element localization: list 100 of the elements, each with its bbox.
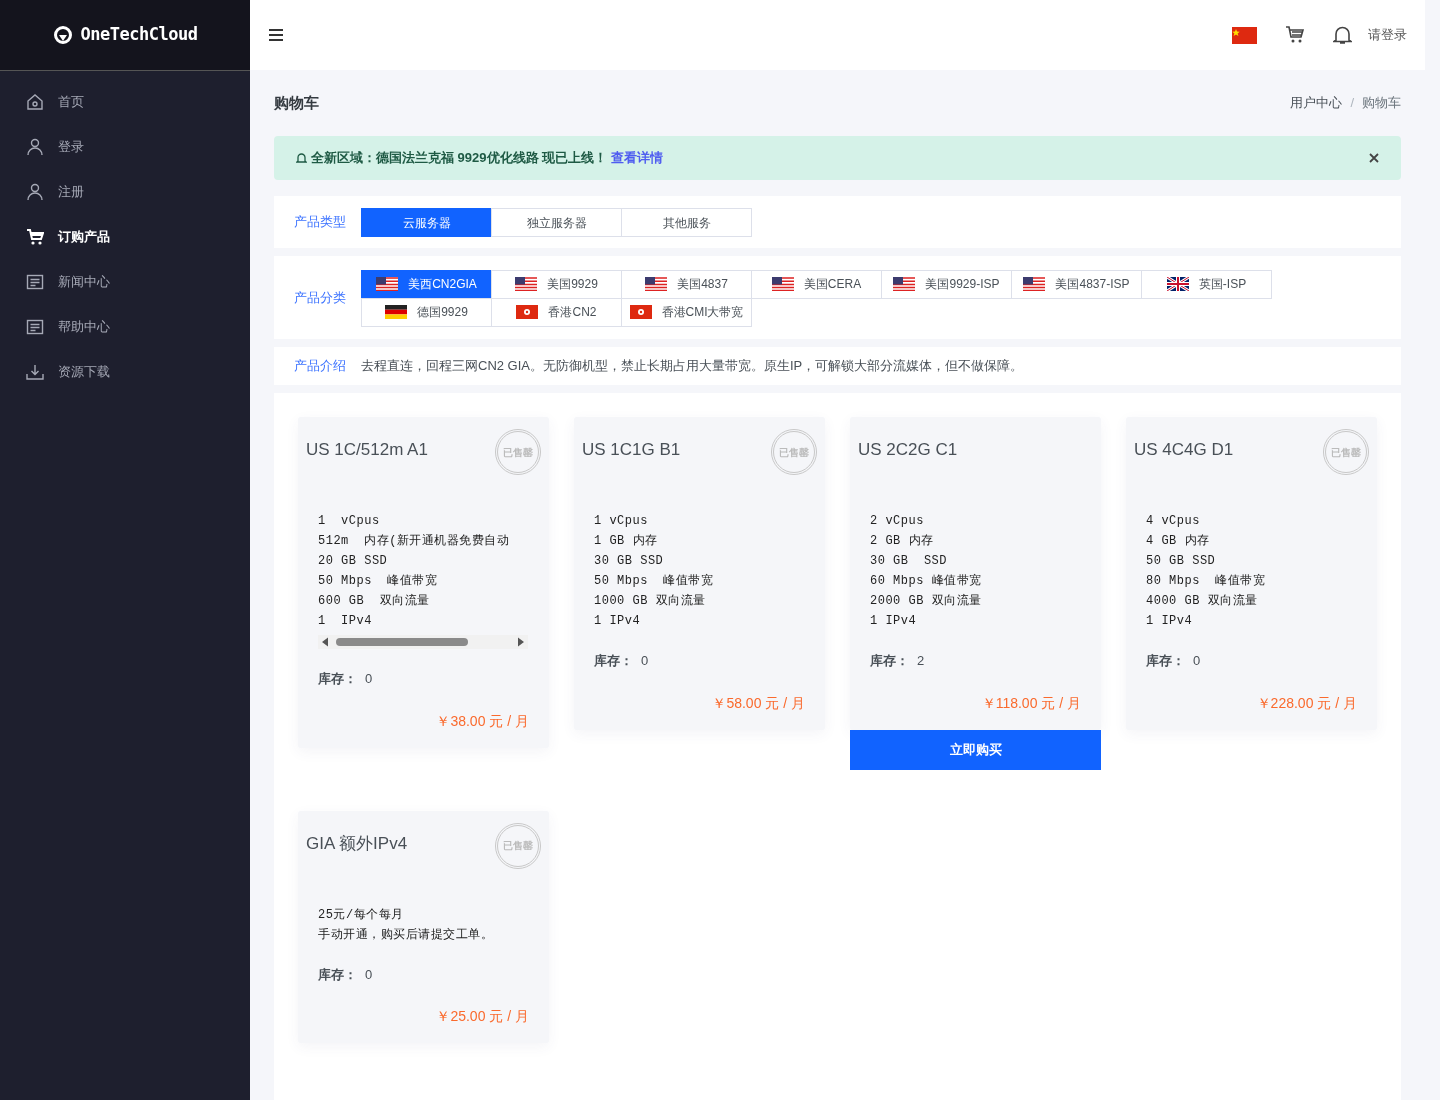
product-name: GIA 额外IPv4 bbox=[306, 832, 408, 855]
home-icon bbox=[26, 92, 44, 111]
field-label: 产品分类 bbox=[293, 288, 347, 307]
product-description: 去程直连，回程三网CN2 GIA。无防御机型，禁止长期占用大量带宽。原生IP，可解锁大部分流媒体，但不做保障。 bbox=[361, 357, 1024, 376]
breadcrumb-current: 购物车 bbox=[1362, 94, 1401, 113]
flag-icon[interactable] bbox=[1232, 26, 1257, 44]
stock-label: 库存： bbox=[870, 652, 909, 670]
breadcrumb-separator: / bbox=[1350, 94, 1354, 113]
uk-flag-icon bbox=[1166, 277, 1189, 291]
spec-line: 4 GB 内存 bbox=[1146, 533, 1211, 550]
spec-line: 25元/每个每月 bbox=[318, 906, 405, 924]
product-price: ￥118.00 元 / 月 bbox=[981, 694, 1081, 711]
sidebar-item[interactable]: 首页 bbox=[0, 79, 250, 124]
user-icon bbox=[26, 137, 44, 156]
document-icon bbox=[26, 272, 44, 291]
us-flag-icon bbox=[645, 277, 668, 291]
bell-icon bbox=[296, 152, 307, 164]
category-option[interactable]: 英国-ISP bbox=[1141, 269, 1272, 299]
spec-line: 60 Mbps 峰值带宽 bbox=[870, 573, 983, 590]
us-flag-icon bbox=[893, 277, 916, 291]
sidebar-item[interactable]: 帮助中心 bbox=[0, 304, 250, 349]
spec-line: 手动开通，购买后请提交工单。 bbox=[318, 926, 494, 944]
spec-line: 4000 GB 双向流量 bbox=[1146, 593, 1259, 610]
spec-line: 2 GB 内存 bbox=[870, 533, 935, 550]
sidebar-item[interactable]: 新闻中心 bbox=[0, 259, 250, 304]
spec-line: 30 GB SSD bbox=[870, 553, 948, 570]
page-title: 购物车 bbox=[274, 92, 319, 113]
close-icon[interactable] bbox=[1369, 153, 1379, 163]
stock-label: 库存： bbox=[1146, 652, 1185, 670]
alert-text: 全新区域：德国法兰克福 9929优化线路 现已上线！ bbox=[311, 149, 608, 168]
product-price: ￥38.00 元 / 月 bbox=[436, 712, 529, 729]
login-link[interactable]: 请登录 bbox=[1368, 25, 1407, 45]
product-price: ￥58.00 元 / 月 bbox=[712, 694, 805, 711]
stock-count: 0 bbox=[641, 652, 649, 670]
spec-line: 2000 GB 双向流量 bbox=[870, 593, 983, 610]
product-price: ￥228.00 元 / 月 bbox=[1256, 694, 1357, 711]
cart-icon[interactable] bbox=[1285, 26, 1305, 44]
spec-line: 1 IPv4 bbox=[594, 613, 642, 630]
product-name: US 4C4G D1 bbox=[1134, 439, 1234, 461]
spec-line: 20 GB SSD bbox=[318, 553, 389, 570]
spec-line: 600 GB 双向流量 bbox=[318, 593, 431, 610]
field-label: 产品介绍 bbox=[293, 357, 347, 376]
stock-label: 库存： bbox=[594, 652, 633, 670]
breadcrumb-link[interactable]: 用户中心 bbox=[1290, 93, 1343, 113]
product-type-tab[interactable]: 其他服务 bbox=[621, 208, 752, 237]
spec-line: 1 IPv4 bbox=[318, 613, 373, 630]
product-name: US 1C/512m A1 bbox=[306, 439, 428, 461]
spec-line: 1 GB 内存 bbox=[594, 533, 659, 550]
category-option[interactable]: 美国4837-ISP bbox=[1011, 269, 1142, 299]
spec-line: 50 Mbps 峰值带宽 bbox=[318, 573, 439, 590]
horizontal-scrollbar[interactable] bbox=[318, 635, 528, 649]
spec-line: 50 Mbps 峰值带宽 bbox=[594, 573, 715, 590]
stock-label: 库存： bbox=[318, 670, 357, 688]
spec-line: 1 vCpus bbox=[318, 513, 381, 530]
spec-line: 50 GB SSD bbox=[1146, 553, 1217, 570]
document-icon bbox=[26, 317, 44, 336]
stock-count: 0 bbox=[1193, 652, 1201, 670]
us-flag-icon bbox=[376, 277, 399, 291]
sidebar-item[interactable]: 注册 bbox=[0, 169, 250, 214]
product-name: US 1C1G B1 bbox=[582, 439, 681, 461]
spec-line: 1 vCpus bbox=[594, 513, 649, 530]
buy-now-button[interactable]: 立即购买 bbox=[850, 729, 1101, 770]
stock-count: 0 bbox=[365, 965, 373, 984]
spec-line: 1 IPv4 bbox=[870, 613, 918, 630]
download-icon bbox=[26, 362, 44, 381]
sidebar-item[interactable]: 登录 bbox=[0, 124, 250, 169]
hong-kong-flag-icon bbox=[629, 305, 652, 319]
category-option[interactable]: 美国9929-ISP bbox=[881, 269, 1012, 299]
spec-line: 2 vCpus bbox=[870, 513, 925, 530]
hong-kong-flag-icon bbox=[516, 305, 539, 319]
category-option[interactable]: 美国CERA bbox=[751, 269, 882, 299]
cart-icon bbox=[26, 227, 44, 246]
spec-line: 512m 内存(新开通机器免费自动 bbox=[318, 533, 511, 550]
product-name: US 2C2G C1 bbox=[858, 439, 958, 461]
spec-line: 4 vCpus bbox=[1146, 513, 1201, 530]
sidebar-item[interactable]: 资源下载 bbox=[0, 349, 250, 394]
german-flag-icon bbox=[385, 305, 408, 319]
category-option[interactable]: 美西CN2GIA bbox=[361, 269, 492, 299]
menu-icon[interactable] bbox=[268, 28, 284, 42]
product-type-tab[interactable]: 云服务器 bbox=[361, 208, 492, 237]
user-icon bbox=[26, 182, 44, 201]
product-type-tab[interactable]: 独立服务器 bbox=[491, 208, 622, 237]
sidebar-item[interactable]: 订购产品 bbox=[0, 214, 250, 259]
spec-line: 1000 GB 双向流量 bbox=[594, 593, 707, 610]
product-price: ￥25.00 元 / 月 bbox=[436, 1008, 529, 1024]
stock-label: 库存： bbox=[318, 965, 357, 984]
us-flag-icon bbox=[515, 277, 538, 291]
spec-line: 80 Mbps 峰值带宽 bbox=[1146, 573, 1267, 590]
category-option[interactable]: 美国9929 bbox=[491, 269, 622, 299]
details-link[interactable]: 查看详情 bbox=[611, 148, 664, 168]
us-flag-icon bbox=[771, 277, 794, 291]
brand-name: OneTechCloud bbox=[80, 23, 198, 47]
logo-icon bbox=[52, 25, 73, 45]
us-flag-icon bbox=[1023, 277, 1046, 291]
stock-count: 0 bbox=[365, 670, 373, 688]
category-option[interactable]: 香港CMI大带宽 bbox=[621, 297, 752, 327]
category-option[interactable]: 德国9929 bbox=[361, 297, 492, 327]
stock-count: 2 bbox=[917, 652, 925, 670]
bell-icon[interactable] bbox=[1333, 25, 1352, 45]
spec-line: 1 IPv4 bbox=[1146, 613, 1194, 630]
